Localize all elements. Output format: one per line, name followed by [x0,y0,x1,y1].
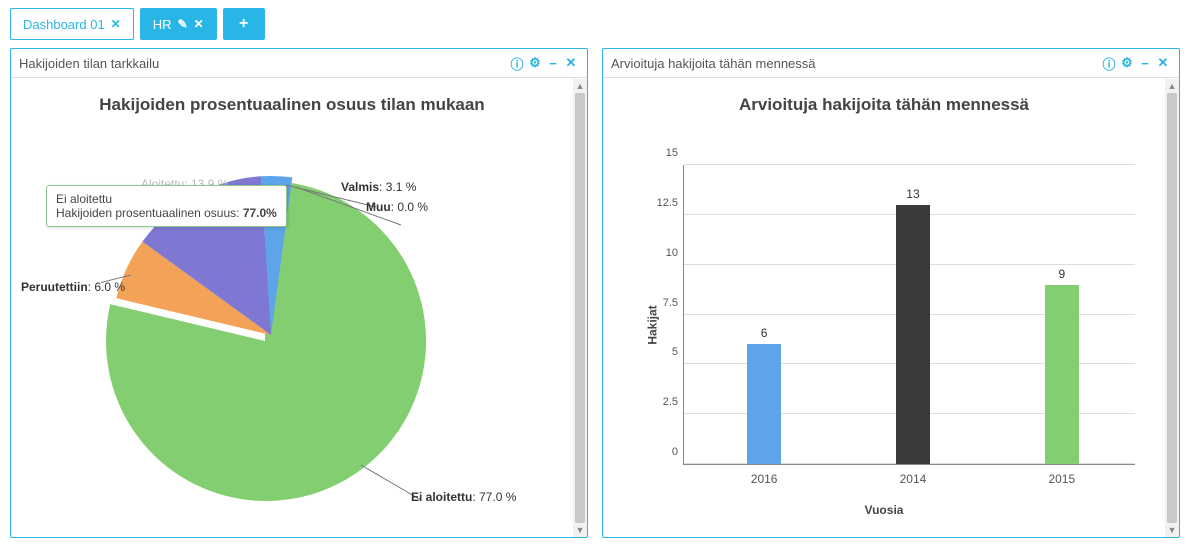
panel-scrollbar[interactable]: ▲ ▼ [1165,79,1179,537]
add-tab-button[interactable]: + [223,8,265,40]
pie-label-peruutettiin: Peruutettiin: 6.0 % [21,280,125,294]
plus-icon: + [239,15,248,33]
panel-title: Arvioituja hakijoita tähän mennessä [611,56,816,71]
bar-2014[interactable]: 13 [896,205,930,464]
pie-label-valmis: Valmis: 3.1 % [341,180,416,194]
minimize-icon[interactable]: − [1137,55,1153,71]
scroll-up-icon[interactable]: ▲ [573,79,587,93]
x-axis-label: Vuosia [865,503,904,517]
scroll-down-icon[interactable]: ▼ [1165,523,1179,537]
y-tick: 2.5 [644,396,678,408]
chart-title: Hakijoiden prosentuaalinen osuus tilan m… [21,95,563,115]
y-tick: 15 [644,147,678,159]
tab-dashboard-01[interactable]: Dashboard 01 ✕ [10,8,134,40]
tab-label: Dashboard 01 [23,17,105,32]
edit-icon[interactable]: ✎ [178,17,188,31]
pie-chart: Ei aloitettu Hakijoiden prosentuaalinen … [21,125,563,525]
close-icon[interactable]: ✕ [1155,55,1171,71]
bar-plot-area: 0 2.5 5 7.5 10 12.5 15 6 2016 13 2014 [683,165,1135,465]
y-tick: 0 [644,446,678,458]
pie-tooltip: Ei aloitettu Hakijoiden prosentuaalinen … [46,185,287,227]
tooltip-category: Ei aloitettu [56,192,277,206]
y-tick: 7.5 [644,297,678,309]
bar-chart: Hakijat Vuosia 0 2.5 5 7.5 10 12.5 15 6 … [613,125,1155,525]
pie-label-muu: Muu: 0.0 % [366,200,428,214]
x-tick: 2016 [734,472,794,486]
tooltip-metric: Hakijoiden prosentuaalinen osuus: [56,206,239,220]
panel-header: Arvioituja hakijoita tähän mennessä ⓘ ⚙ … [603,49,1179,78]
x-tick: 2015 [1032,472,1092,486]
tooltip-value: 77.0% [243,206,277,220]
close-icon[interactable]: ✕ [111,17,121,31]
info-icon[interactable]: ⓘ [1101,55,1117,71]
y-tick: 10 [644,247,678,259]
gear-icon[interactable]: ⚙ [527,55,543,71]
bar-2015[interactable]: 9 [1045,285,1079,464]
dashboard-tabbar: Dashboard 01 ✕ HR ✎ ✕ + [0,0,1190,48]
bar-value: 9 [1045,267,1079,281]
panel-applicant-status: Hakijoiden tilan tarkkailu ⓘ ⚙ − ✕ ▲ ▼ H… [10,48,588,538]
tab-hr[interactable]: HR ✎ ✕ [140,8,217,40]
close-icon[interactable]: ✕ [194,17,204,31]
close-icon[interactable]: ✕ [563,55,579,71]
minimize-icon[interactable]: − [545,55,561,71]
scroll-thumb[interactable] [1167,93,1177,523]
scroll-down-icon[interactable]: ▼ [573,523,587,537]
scroll-up-icon[interactable]: ▲ [1165,79,1179,93]
panel-header: Hakijoiden tilan tarkkailu ⓘ ⚙ − ✕ [11,49,587,78]
pie-label-ei-aloitettu: Ei aloitettu: 77.0 % [411,490,516,504]
chart-title: Arvioituja hakijoita tähän mennessä [613,95,1155,115]
bar-2016[interactable]: 6 [747,344,781,464]
panel-title: Hakijoiden tilan tarkkailu [19,56,159,71]
scroll-thumb[interactable] [575,93,585,523]
info-icon[interactable]: ⓘ [509,55,525,71]
y-axis-label: Hakijat [646,305,660,344]
bar-value: 6 [747,326,781,340]
tab-label: HR [153,17,172,32]
x-tick: 2014 [883,472,943,486]
panel-assessed-applicants: Arvioituja hakijoita tähän mennessä ⓘ ⚙ … [602,48,1180,538]
bar-value: 13 [896,187,930,201]
gear-icon[interactable]: ⚙ [1119,55,1135,71]
y-tick: 12.5 [644,197,678,209]
panel-scrollbar[interactable]: ▲ ▼ [573,79,587,537]
y-tick: 5 [644,346,678,358]
